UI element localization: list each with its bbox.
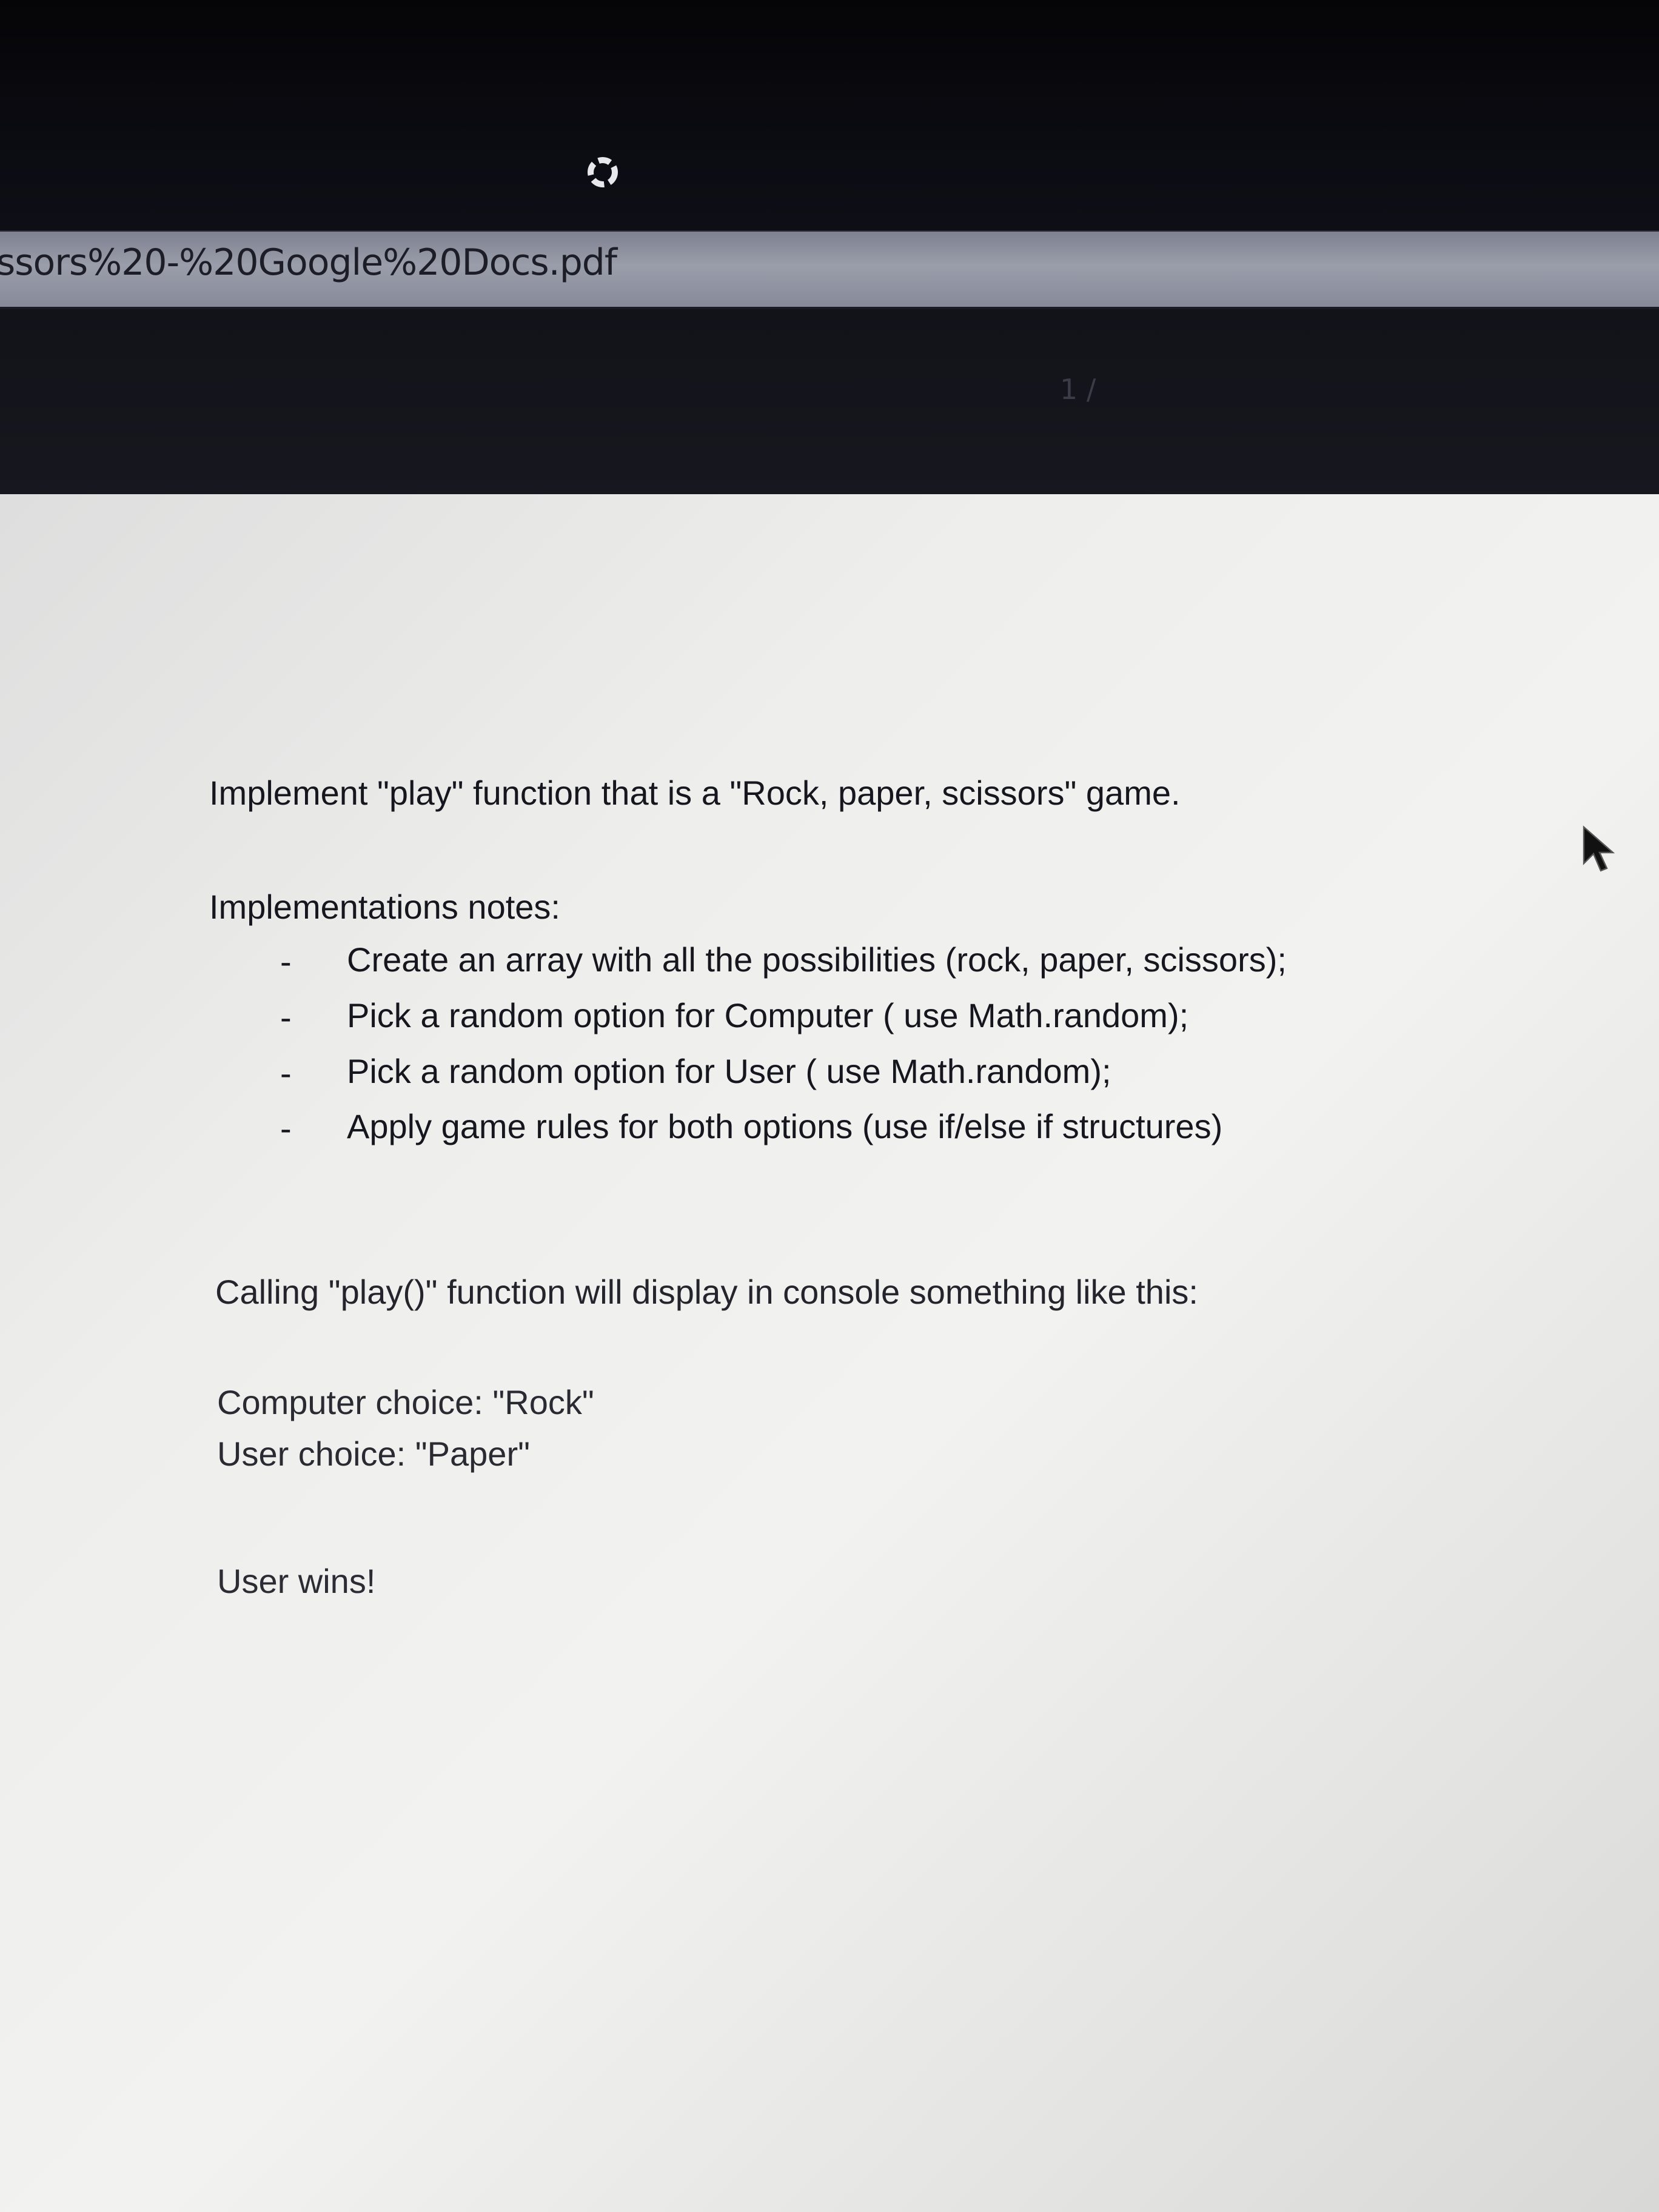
address-bar[interactable]: ssors%20-%20Google%20Docs.pdf	[0, 230, 1659, 309]
mouse-pointer-icon	[1583, 825, 1615, 872]
bullet-marker: -	[280, 942, 292, 980]
note-text: Create an array with all the possibiliti…	[347, 940, 1287, 979]
note-text: Apply game rules for both options (use i…	[347, 1107, 1223, 1145]
browser-top-bar	[0, 0, 1659, 230]
notes-title: Implementations notes:	[209, 888, 560, 926]
bullet-marker: -	[280, 998, 292, 1036]
loading-spinner-icon	[588, 157, 618, 187]
note-text: Pick a random option for Computer ( use …	[347, 996, 1189, 1034]
pdf-page: Implement "play" function that is a "Roc…	[0, 494, 1659, 2212]
task-heading: Implement "play" function that is a "Roc…	[209, 774, 1181, 812]
document-content: Implement "play" function that is a "Roc…	[0, 494, 1659, 2212]
bullet-marker: -	[280, 1054, 292, 1092]
note-text: Pick a random option for User ( use Math…	[347, 1052, 1111, 1090]
bullet-marker: -	[280, 1109, 292, 1147]
pdf-viewer-toolbar	[0, 309, 1659, 494]
example-output-line: Computer choice: "Rock"	[217, 1383, 594, 1421]
page-counter: 1 /	[1060, 373, 1096, 406]
result-text: User wins!	[217, 1562, 376, 1600]
calling-description: Calling "play()" function will display i…	[215, 1273, 1198, 1311]
example-output-line: User choice: "Paper"	[217, 1435, 530, 1473]
address-bar-url[interactable]: ssors%20-%20Google%20Docs.pdf	[0, 241, 617, 284]
